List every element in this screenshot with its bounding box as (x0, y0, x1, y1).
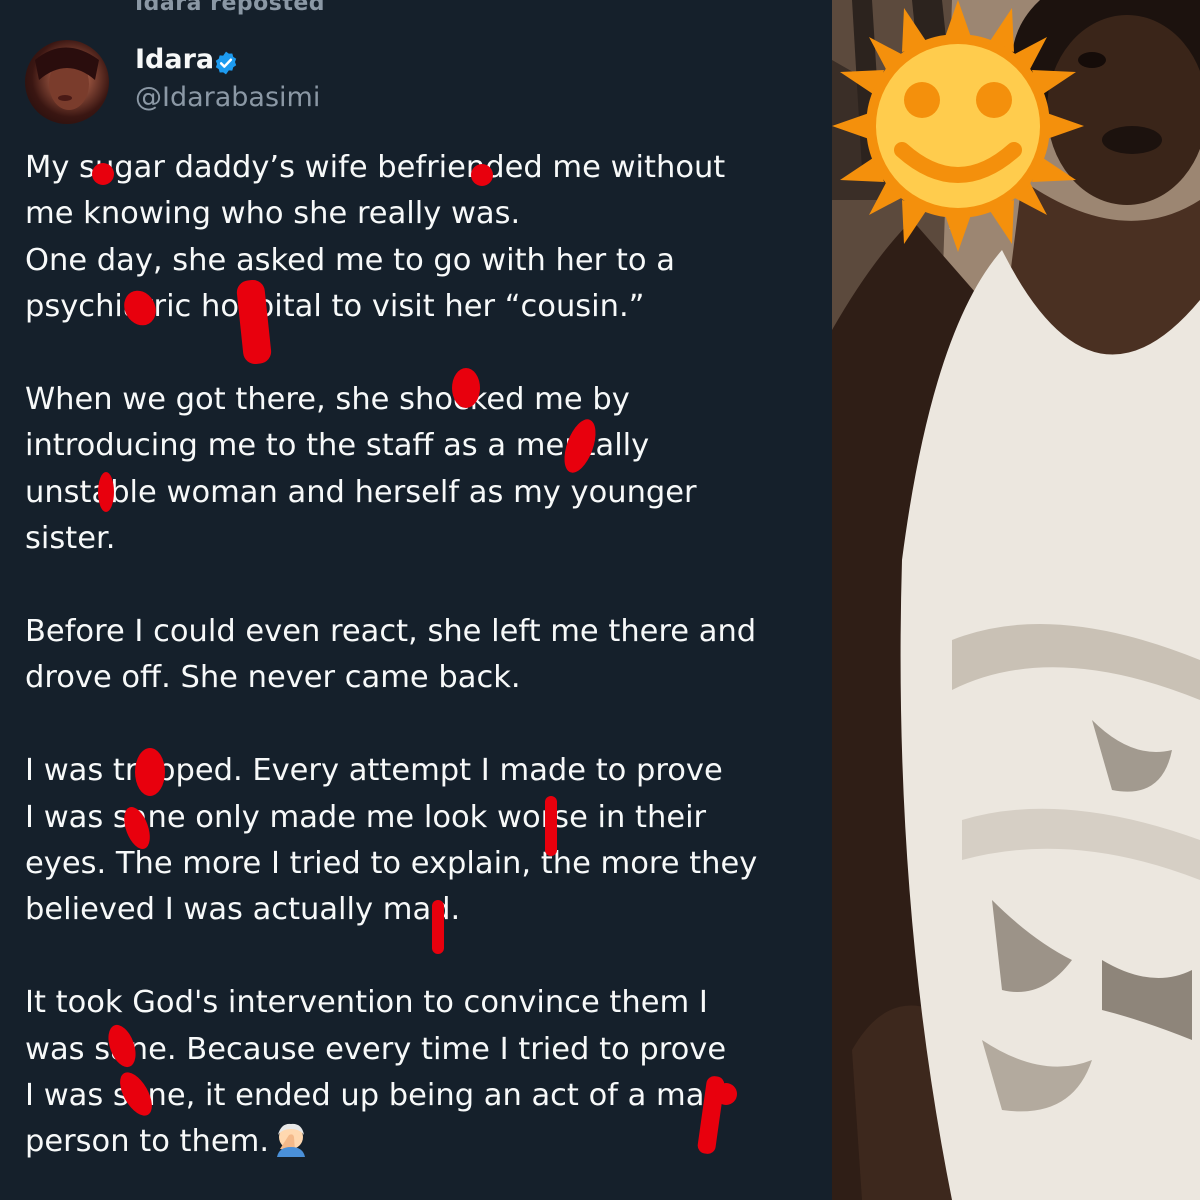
tweet-paragraph-text: It took God's intervention to convince t… (25, 985, 727, 1160)
tweet-paragraph: When we got there, she shocked me by int… (25, 382, 697, 557)
smiling-sun-emoji-icon (832, 0, 1084, 252)
tweet-card: Idara reposted Idara @Idarabasimi My sug… (0, 0, 832, 1200)
tweet-text: My sugar daddy’s wife befriended me with… (25, 145, 815, 1166)
tweet-paragraph: My sugar daddy’s wife befriended me with… (25, 150, 726, 325)
tweet-paragraph-last: It took God's intervention to convince t… (25, 980, 815, 1166)
tweet-paragraph: I was trapped. Every attempt I made to p… (25, 753, 758, 928)
attached-photo[interactable] (832, 0, 1200, 1200)
author-handle[interactable]: @Idarabasimi (135, 82, 320, 113)
author-display-name[interactable]: Idara (135, 44, 214, 75)
tweet-paragraph: Before I could even react, she left me t… (25, 614, 757, 696)
facepalm-emoji-icon (277, 1124, 306, 1158)
author-avatar[interactable] (25, 40, 109, 124)
verified-badge-icon (215, 51, 237, 75)
repost-header: Idara reposted (135, 0, 326, 16)
